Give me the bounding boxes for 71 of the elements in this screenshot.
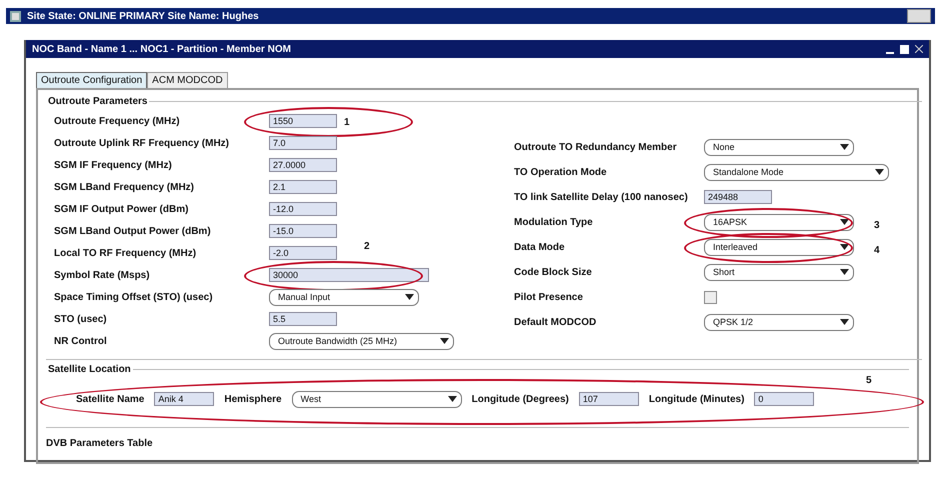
window-title: Site State: ONLINE PRIMARY Site Name: Hughes — [27, 10, 259, 22]
field-label: Longitude (Degrees) — [472, 394, 569, 404]
dropdown[interactable]: West — [292, 390, 462, 408]
dropdown[interactable]: None — [704, 138, 854, 156]
dropdown[interactable]: 16APSK — [704, 214, 854, 230]
window-controls[interactable] — [907, 9, 931, 23]
tab[interactable]: Outroute Configuration — [36, 72, 148, 88]
field-label: Pilot Presence — [514, 292, 584, 302]
text-field[interactable]: 30000 — [269, 268, 429, 282]
text-field[interactable]: 249488 — [704, 190, 772, 204]
caret-icon — [448, 396, 457, 402]
dropdown[interactable]: Manual Input — [269, 288, 419, 306]
text-field[interactable]: 7.0 — [269, 136, 337, 150]
caret-icon — [840, 144, 849, 150]
dropdown[interactable]: Interleaved — [704, 238, 854, 256]
field-label: Default MODCOD — [514, 316, 598, 328]
caret-icon — [840, 319, 849, 325]
field-label: STO (usec) — [54, 314, 108, 324]
dropdown[interactable]: QPSK 1/2 — [704, 314, 854, 330]
text-field[interactable]: -2.0 — [269, 246, 337, 260]
field-label: Data Mode — [514, 242, 566, 252]
field-label: SGM IF Output Power (dBm) — [54, 204, 190, 214]
field-label: SGM LBand Frequency (MHz) — [54, 182, 196, 192]
text-field[interactable]: -15.0 — [269, 224, 337, 238]
field-label: Longitude (Minutes) — [648, 394, 744, 404]
field-label: Outroute Uplink RF Frequency (MHz) — [54, 138, 230, 148]
text-field[interactable]: 27.0000 — [269, 158, 337, 172]
dropdown[interactable]: Short — [704, 264, 854, 280]
field-label: Outroute TO Redundancy Member — [514, 142, 678, 152]
caret-icon — [840, 244, 849, 250]
caret-icon — [840, 269, 849, 275]
text-field[interactable]: 5.5 — [269, 312, 337, 326]
text-field[interactable]: -12.0 — [269, 202, 337, 216]
maximize-icon[interactable] — [900, 44, 909, 54]
checkbox[interactable] — [704, 290, 717, 304]
annotation-number: 1 — [344, 117, 350, 128]
text-field[interactable]: 0 — [754, 392, 814, 406]
caret-icon — [840, 219, 849, 225]
field-label: SGM IF Frequency (MHz) — [54, 160, 173, 170]
app-icon — [10, 10, 21, 22]
field-label: Hemisphere — [224, 394, 282, 404]
field-label: SGM LBand Output Power (dBm) — [54, 226, 212, 236]
field-label: NR Control — [54, 336, 108, 346]
tab[interactable]: ACM MODCOD — [147, 72, 228, 88]
text-field[interactable]: 107 — [578, 392, 639, 406]
dropdown[interactable]: Outroute Bandwidth (25 MHz) — [269, 332, 454, 350]
field-label: Code Block Size — [514, 266, 593, 278]
field-label: Local TO RF Frequency (MHz) — [54, 248, 198, 258]
section-title: Outroute Parameters — [47, 96, 148, 107]
field-label: TO link Satellite Delay (100 nanosec) — [514, 192, 689, 202]
annotation-number: 4 — [874, 245, 880, 256]
text-field[interactable]: 2.1 — [269, 180, 337, 194]
annotation-number: 2 — [364, 241, 370, 252]
annotation-number: 5 — [866, 375, 872, 386]
inner-window-title: NOC Band - Name 1 ... NOC1 - Partition - Member NOM — [32, 44, 291, 54]
field-label: Symbol Rate (Msps) — [54, 270, 151, 280]
caret-icon — [440, 338, 449, 344]
text-field[interactable]: Anik 4 — [154, 392, 214, 406]
text-field[interactable]: 1550 — [269, 114, 337, 128]
caret-icon — [875, 169, 884, 175]
field-label: TO Operation Mode — [514, 166, 608, 178]
close-icon[interactable] — [915, 45, 923, 53]
dropdown[interactable]: Standalone Mode — [704, 164, 889, 180]
field-label: Outroute Frequency (MHz) — [54, 116, 181, 126]
field-label: Modulation Type — [514, 216, 594, 228]
caret-icon — [405, 294, 414, 300]
field-label: Satellite Name — [76, 394, 144, 404]
annotation-number: 3 — [874, 220, 880, 231]
field-label: Space Timing Offset (STO) (usec) — [54, 292, 214, 302]
section-title: Satellite Location — [47, 364, 132, 375]
section-title: DVB Parameters Table — [46, 438, 154, 449]
